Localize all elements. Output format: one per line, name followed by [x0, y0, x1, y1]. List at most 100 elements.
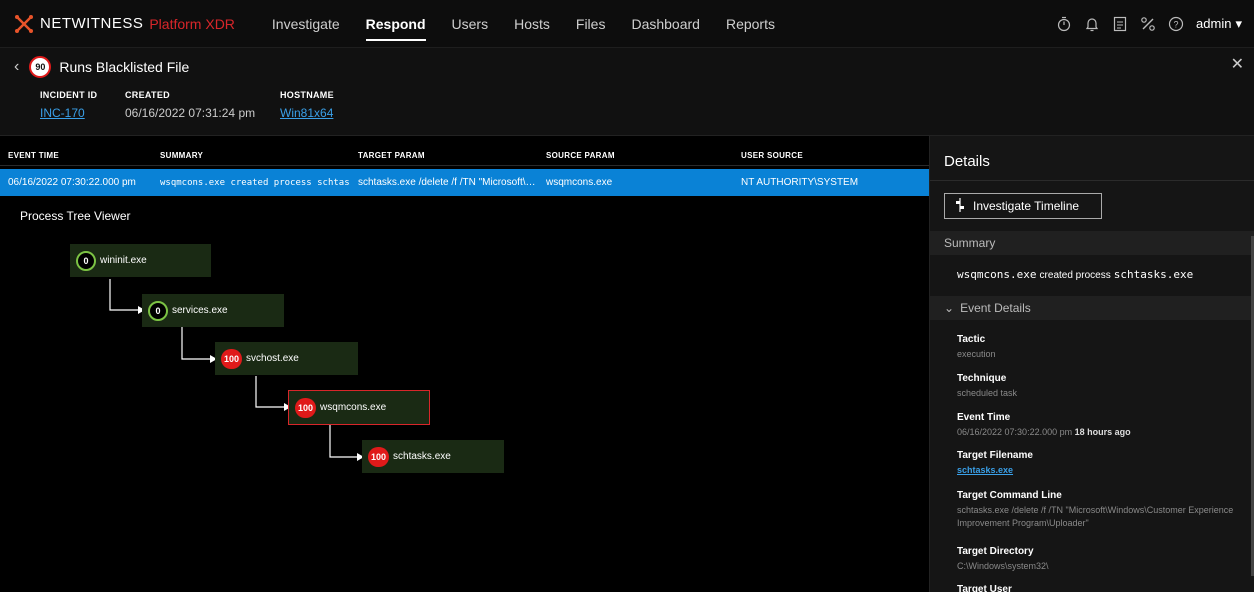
node-score-badge: 100 [368, 446, 390, 467]
summary-section-header: Summary [930, 231, 1254, 255]
details-title: Details [930, 136, 1254, 181]
process-tree: 0 wininit.exe 0 services.exe 100 svchost… [0, 230, 929, 592]
nav-files[interactable]: Files [563, 0, 619, 47]
notes-icon[interactable] [1106, 10, 1134, 38]
summary-source-process: wsqmcons.exe [957, 268, 1037, 281]
node-score-badge: 0 [76, 250, 96, 271]
details-panel: Details Investigate Timeline Summary wsq… [929, 136, 1254, 592]
col-target-param[interactable]: TARGET PARAM [350, 151, 538, 160]
main-nav: Investigate Respond Users Hosts Files Da… [259, 0, 788, 47]
back-chevron-icon[interactable]: ‹ [14, 58, 19, 76]
hostname-link[interactable]: Win81x64 [280, 106, 334, 120]
nav-right: ? admin ▾ [1050, 10, 1254, 38]
timeline-icon [955, 197, 965, 215]
node-name: services.exe [172, 305, 228, 316]
target-command-line-value: schtasks.exe /delete /f /TN "Microsoft\W… [957, 505, 1234, 528]
investigate-timeline-label: Investigate Timeline [973, 199, 1080, 213]
target-directory-label: Target Directory [957, 546, 1034, 557]
col-summary[interactable]: SUMMARY [152, 151, 350, 160]
target-filename-wrap: schtasks.exe [957, 464, 1247, 477]
event-time-ago: 18 hours ago [1074, 427, 1131, 437]
cell-user-source: NT AUTHORITY\SYSTEM [741, 177, 859, 188]
summary-label: Summary [944, 236, 996, 250]
node-score-badge: 0 [148, 300, 168, 321]
risk-score-badge: 90 [29, 56, 52, 78]
technique-value: scheduled task [957, 388, 1018, 398]
chevron-down-icon: ▾ [1235, 15, 1242, 31]
created-label: CREATED [125, 90, 170, 100]
target-filename-link[interactable]: schtasks.exe [957, 465, 1013, 475]
bell-icon[interactable] [1078, 10, 1106, 38]
process-node-schtasks[interactable]: 100 schtasks.exe [362, 440, 504, 473]
incident-id-link[interactable]: INC-170 [40, 106, 97, 120]
cell-event-time: 06/16/2022 07:30:22.000 pm [8, 177, 136, 188]
technique-field: Technique scheduled task [957, 373, 1247, 400]
summary-target-process: schtasks.exe [1113, 268, 1194, 281]
cell-target-param: schtasks.exe /delete /f /TN "Microsoft\… [358, 177, 536, 188]
help-icon[interactable]: ? [1162, 10, 1190, 38]
col-user-source[interactable]: USER SOURCE [733, 151, 929, 160]
svg-text:?: ? [1174, 19, 1179, 29]
node-name: schtasks.exe [393, 451, 451, 462]
summary-text: wsqmcons.exe created process schtasks.ex… [957, 268, 1193, 281]
events-table: EVENT TIME SUMMARY TARGET PARAM SOURCE P… [0, 146, 929, 196]
brand[interactable]: NETWITNESS Platform XDR [0, 0, 235, 47]
node-name: wininit.exe [100, 255, 147, 266]
target-filename-label: Target Filename [957, 450, 1033, 461]
created-field: CREATED 06/16/2022 07:31:24 pm [125, 90, 255, 120]
process-node-wininit[interactable]: 0 wininit.exe [70, 244, 211, 277]
event-details-section-header[interactable]: ⌄ Event Details [930, 296, 1254, 320]
node-name: svchost.exe [246, 353, 299, 364]
tools-icon[interactable] [1134, 10, 1162, 38]
nav-dashboard[interactable]: Dashboard [618, 0, 713, 47]
incident-header: ‹ 90 Runs Blacklisted File ✕ INCIDENT ID… [0, 48, 1254, 136]
tactic-label: Tactic [957, 334, 986, 345]
technique-label: Technique [957, 373, 1007, 384]
event-time-field: Event Time 06/16/2022 07:30:22.000 pm 18… [957, 412, 1247, 439]
close-icon[interactable]: ✕ [1231, 54, 1244, 74]
created-value: 06/16/2022 07:31:24 pm [125, 106, 256, 120]
hostname-field: HOSTNAME Win81x64 [280, 90, 334, 120]
target-user-label: Target User [957, 584, 1012, 592]
target-directory-value: C:\Windows\system32\ [957, 561, 1049, 571]
incident-id-field: INCIDENT ID INC-170 [40, 90, 97, 120]
col-event-time[interactable]: EVENT TIME [0, 151, 152, 160]
nav-hosts[interactable]: Hosts [501, 0, 563, 47]
incident-title-row: ‹ 90 Runs Blacklisted File [14, 56, 189, 78]
top-navigation: NETWITNESS Platform XDR Investigate Resp… [0, 0, 1254, 48]
nav-investigate[interactable]: Investigate [259, 0, 353, 47]
process-node-wsqmcons[interactable]: 100 wsqmcons.exe [288, 390, 430, 425]
target-directory-field: Target Directory C:\Windows\system32\ [957, 546, 1247, 573]
process-node-svchost[interactable]: 100 svchost.exe [215, 342, 358, 375]
user-menu[interactable]: admin ▾ [1196, 16, 1242, 32]
nav-users[interactable]: Users [439, 0, 502, 47]
chevron-down-icon: ⌄ [944, 301, 955, 315]
nav-respond[interactable]: Respond [353, 0, 439, 47]
cell-summary: wsqmcons.exe created process schtas… [160, 177, 350, 188]
target-user-field: Target User [957, 584, 1247, 592]
tactic-field: Tactic execution [957, 334, 1247, 361]
brand-subtitle: Platform XDR [149, 15, 235, 32]
incident-title: Runs Blacklisted File [59, 59, 190, 75]
investigate-timeline-button[interactable]: Investigate Timeline [944, 193, 1102, 219]
stopwatch-icon[interactable] [1050, 10, 1078, 38]
event-time-value: 06/16/2022 07:30:22.000 pm 18 hours ago [957, 426, 1247, 439]
target-filename-field: Target Filename schtasks.exe [957, 450, 1247, 477]
node-name: wsqmcons.exe [320, 402, 387, 413]
tactic-value: execution [957, 349, 996, 359]
table-row[interactable]: 06/16/2022 07:30:22.000 pm wsqmcons.exe … [0, 169, 929, 196]
process-node-services[interactable]: 0 services.exe [142, 294, 284, 327]
node-score-badge: 100 [295, 397, 317, 418]
netwitness-logo-icon [15, 14, 33, 33]
node-score-badge: 100 [221, 348, 243, 369]
hostname-label: HOSTNAME [280, 90, 334, 100]
cell-source-param: wsqmcons.exe [546, 177, 613, 188]
target-command-line-label: Target Command Line [957, 490, 1062, 501]
col-source-param[interactable]: SOURCE PARAM [538, 151, 733, 160]
brand-name: NETWITNESS [40, 15, 144, 32]
incident-id-label: INCIDENT ID [40, 90, 98, 100]
tree-connectors [109, 279, 364, 461]
user-name: admin [1196, 16, 1232, 31]
nav-reports[interactable]: Reports [713, 0, 788, 47]
table-header: EVENT TIME SUMMARY TARGET PARAM SOURCE P… [0, 146, 929, 166]
